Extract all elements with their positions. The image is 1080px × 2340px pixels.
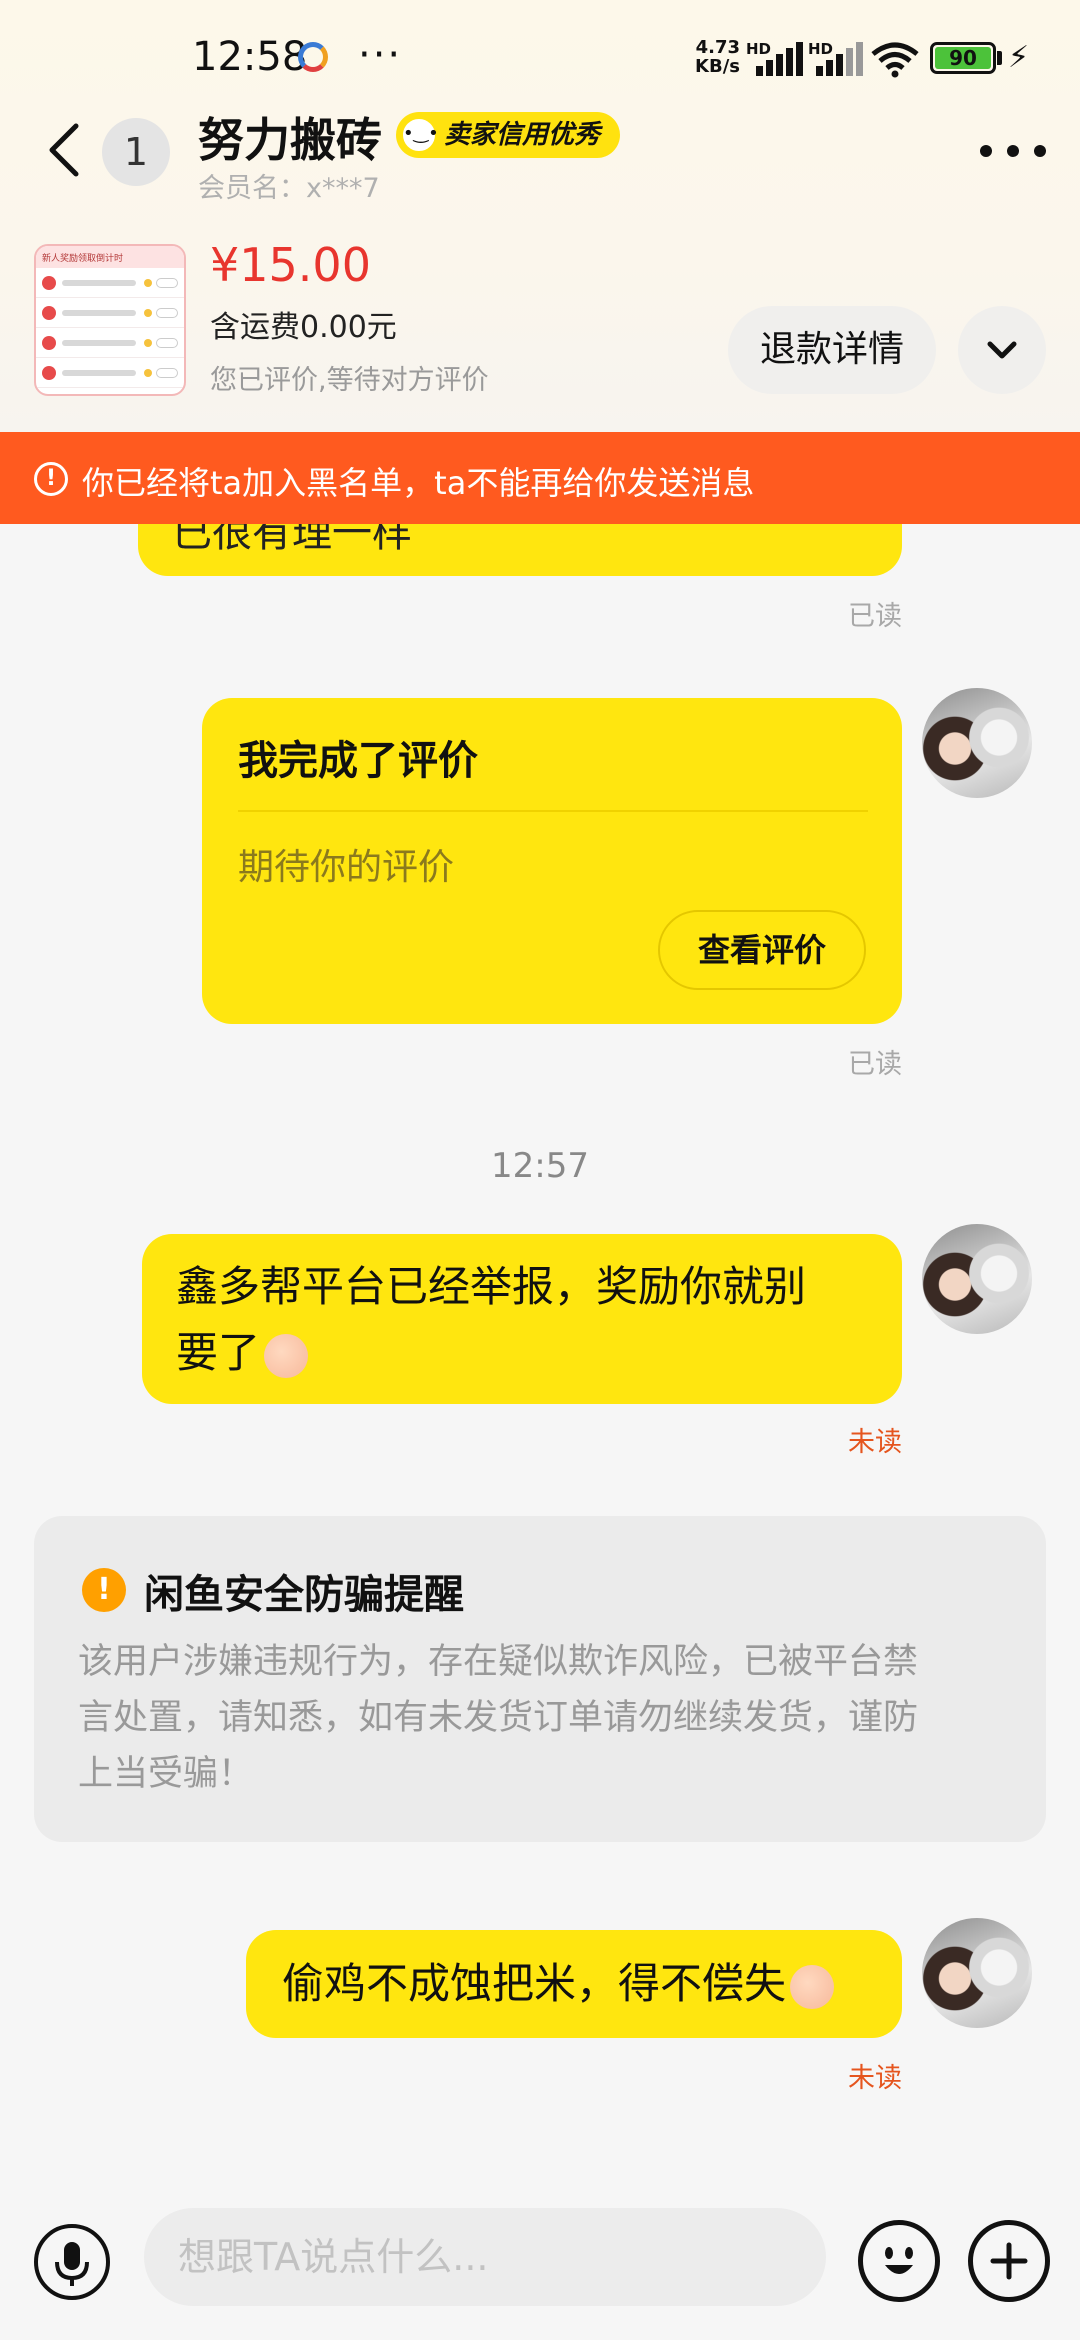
emoji-button[interactable] — [858, 2220, 940, 2302]
evaluation-card-title: 我完成了评价 — [238, 738, 478, 784]
avatar[interactable] — [922, 1918, 1032, 2028]
baidu-app-icon — [298, 42, 328, 72]
signal-icon — [812, 40, 864, 76]
status-time: 12:58 — [192, 34, 308, 80]
divider — [238, 810, 868, 812]
read-status: 已读 — [848, 601, 902, 632]
network-speed-unit: KB/s — [695, 56, 740, 77]
network-speed-value: 4.73 — [695, 37, 740, 58]
refund-details-button[interactable]: 退款详情 — [728, 306, 936, 394]
unread-status: 未读 — [848, 1427, 902, 1458]
plus-button[interactable] — [968, 2220, 1050, 2302]
blacklist-notice: 你已经将ta加入黑名单，ta不能再给你发送消息 — [82, 464, 755, 502]
safety-warning-line: 该用户涉嫌违规行为，存在疑似欺诈风险，已被平台禁 — [78, 1642, 919, 1682]
order-price: ¥15.00 — [210, 238, 371, 292]
plus-icon — [990, 2242, 1028, 2280]
message-bubble[interactable]: 鑫多帮平台已经举报，奖励你就别 要了 — [142, 1234, 902, 1404]
shipping-fee: 含运费0.00元 — [210, 310, 397, 345]
alert-circle-icon: ! — [34, 462, 68, 496]
status-more-dots: ··· — [358, 32, 403, 78]
emoji-icon — [885, 2247, 913, 2274]
warning-icon: ! — [82, 1568, 126, 1612]
view-evaluation-button[interactable]: 查看评价 — [658, 910, 866, 990]
status-bar: 12:58 ··· 4.73 KB/s HD HD 90 ⚡ — [0, 0, 1080, 110]
chevron-down-icon — [987, 341, 1017, 359]
thumb-caption: 新人奖励领取倒计时 — [36, 246, 184, 268]
charging-icon: ⚡ — [1008, 40, 1030, 75]
read-status: 已读 — [848, 1049, 902, 1080]
back-icon[interactable] — [40, 118, 96, 182]
message-text-line2: 要了 — [176, 1320, 309, 1386]
evaluation-card[interactable]: 我完成了评价 期待你的评价 查看评价 — [202, 698, 902, 1024]
fish-mascot-icon: •‿• — [400, 116, 439, 154]
message-text: 偷鸡不成蚀把米，得不偿失 — [282, 1959, 787, 2008]
message-bubble[interactable]: 偷鸡不成蚀把米，得不偿失 — [246, 1930, 902, 2038]
message-text-line1: 鑫多帮平台已经举报，奖励你就别 — [176, 1262, 807, 1311]
expand-order-button[interactable] — [958, 306, 1046, 394]
network-speed: 4.73 KB/s — [692, 38, 740, 76]
avatar[interactable] — [922, 1224, 1032, 1334]
battery-icon: 90 — [930, 42, 996, 74]
avatar[interactable] — [922, 688, 1032, 798]
safety-warning-card: ! 闲鱼安全防骗提醒 该用户涉嫌违规行为，存在疑似欺诈风险，已被平台禁 言处置，… — [34, 1516, 1046, 1842]
microphone-icon — [55, 2242, 89, 2286]
message-text: 要了 — [176, 1328, 261, 1377]
battery-cap — [997, 51, 1002, 65]
finger-heart-icon — [790, 1964, 835, 2009]
signal-icon — [752, 40, 804, 76]
contact-name[interactable]: 努力搬砖 — [198, 104, 382, 170]
unread-status: 未读 — [848, 2063, 902, 2094]
evaluation-card-subtitle: 期待你的评价 — [238, 847, 455, 888]
product-thumbnail[interactable]: 新人奖励领取倒计时 — [34, 244, 186, 396]
evaluation-status: 您已评价,等待对方评价 — [210, 365, 489, 396]
safety-warning-title: 闲鱼安全防骗提醒 — [144, 1572, 464, 1618]
microphone-button[interactable] — [34, 2224, 110, 2300]
message-input[interactable] — [144, 2208, 826, 2306]
unread-count-badge[interactable]: 1 — [102, 118, 170, 186]
message-text-row: 偷鸡不成蚀把米，得不偿失 — [282, 1951, 835, 2017]
finger-heart-icon — [264, 1333, 309, 1378]
time-divider: 12:57 — [491, 1146, 589, 1186]
battery-level: 90 — [935, 47, 991, 69]
more-icon[interactable] — [978, 128, 1048, 172]
safety-warning-body: 该用户涉嫌违规行为，存在疑似欺诈风险，已被平台禁 言处置，请知悉，如有未发货订单… — [78, 1634, 1048, 1802]
wifi-icon — [871, 42, 919, 78]
safety-warning-line: 言处置，请知悉，如有未发货订单请勿继续发货，谨防 — [78, 1698, 919, 1738]
member-name: 会员名：x***7 — [198, 173, 380, 204]
safety-warning-line: 上当受骗！ — [78, 1754, 254, 1794]
